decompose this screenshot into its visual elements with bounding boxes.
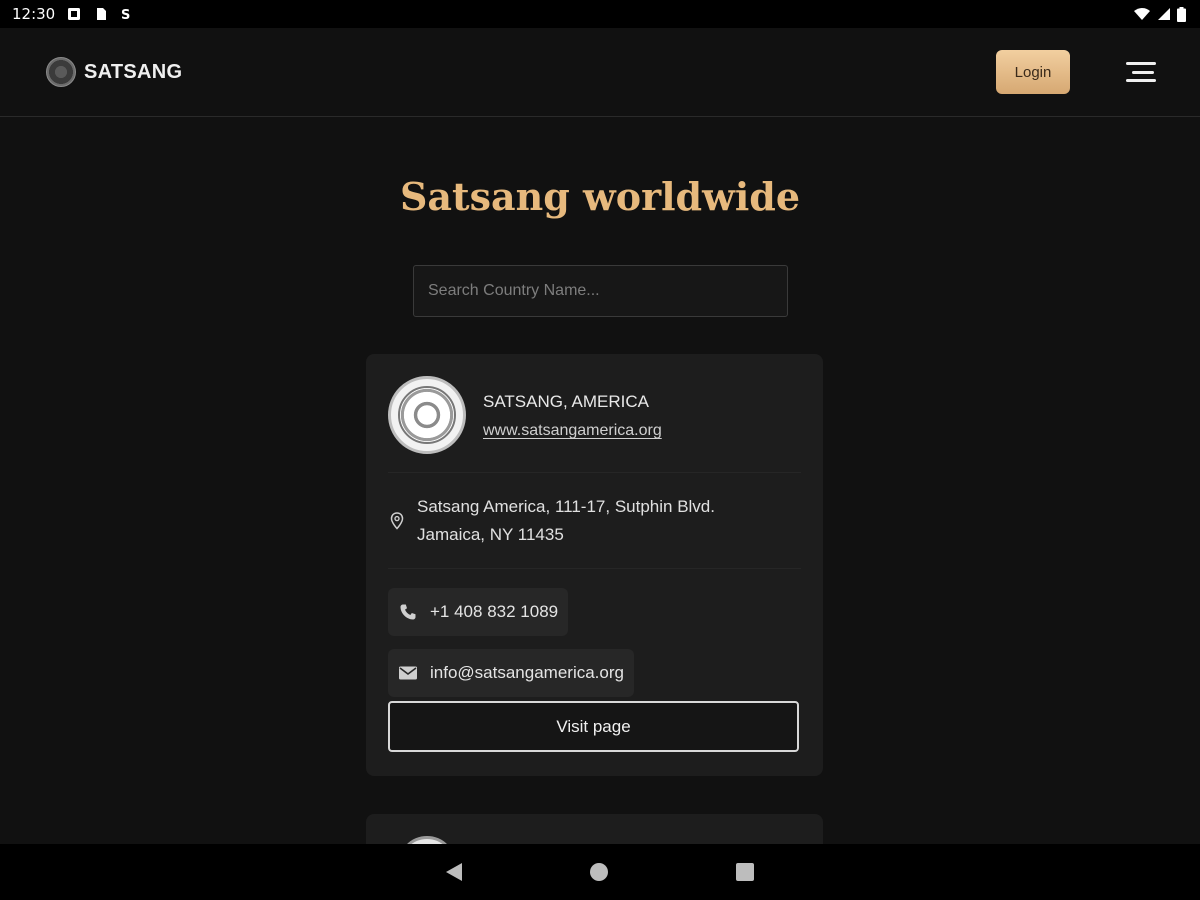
page-title: Satsang worldwide	[399, 174, 801, 219]
center-emblem-icon	[388, 376, 466, 454]
status-time: 12:30	[12, 5, 56, 23]
search-country-input[interactable]	[413, 265, 788, 317]
center-website-link[interactable]: www.satsangamerica.org	[483, 422, 662, 440]
center-email[interactable]: info@satsangamerica.org	[388, 649, 634, 697]
back-icon[interactable]	[446, 863, 462, 881]
notification-image-icon	[68, 8, 81, 20]
mail-icon	[398, 663, 418, 683]
signal-icon	[1158, 8, 1170, 20]
system-nav-bar	[0, 844, 1200, 900]
card-divider	[388, 472, 801, 473]
sim-card-icon	[97, 8, 107, 20]
center-phone-number: +1 408 832 1089	[430, 602, 559, 621]
home-icon[interactable]	[590, 863, 608, 881]
app-header: SATSANG Login	[0, 28, 1200, 117]
center-email-address: info@satsangamerica.org	[430, 663, 624, 682]
visit-page-button[interactable]: Visit page	[388, 701, 799, 752]
center-address-line1: Satsang America, 111-17, Sutphin Blvd.	[417, 497, 715, 516]
wifi-icon	[1134, 8, 1150, 20]
battery-icon	[1177, 6, 1186, 22]
svg-text:S: S	[121, 8, 130, 21]
center-phone[interactable]: +1 408 832 1089	[388, 588, 569, 636]
brand[interactable]: SATSANG	[46, 57, 182, 87]
login-button[interactable]: Login	[996, 50, 1070, 94]
card-divider	[388, 568, 801, 569]
center-name: SATSANG, AMERICA	[483, 392, 649, 411]
brand-name: SATSANG	[84, 60, 183, 83]
hamburger-menu-icon[interactable]	[1126, 60, 1156, 84]
center-address-line2: Jamaica, NY 11435	[417, 525, 564, 544]
satsang-logo-icon	[46, 57, 76, 87]
app-notification-icon: S	[121, 8, 130, 21]
phone-icon	[398, 602, 418, 622]
center-card: SATSANG, AMERICA www.satsangamerica.org …	[366, 354, 823, 776]
recent-apps-icon[interactable]	[736, 863, 754, 881]
status-bar: 12:30 S	[0, 0, 1200, 28]
location-pin-icon	[390, 512, 404, 530]
